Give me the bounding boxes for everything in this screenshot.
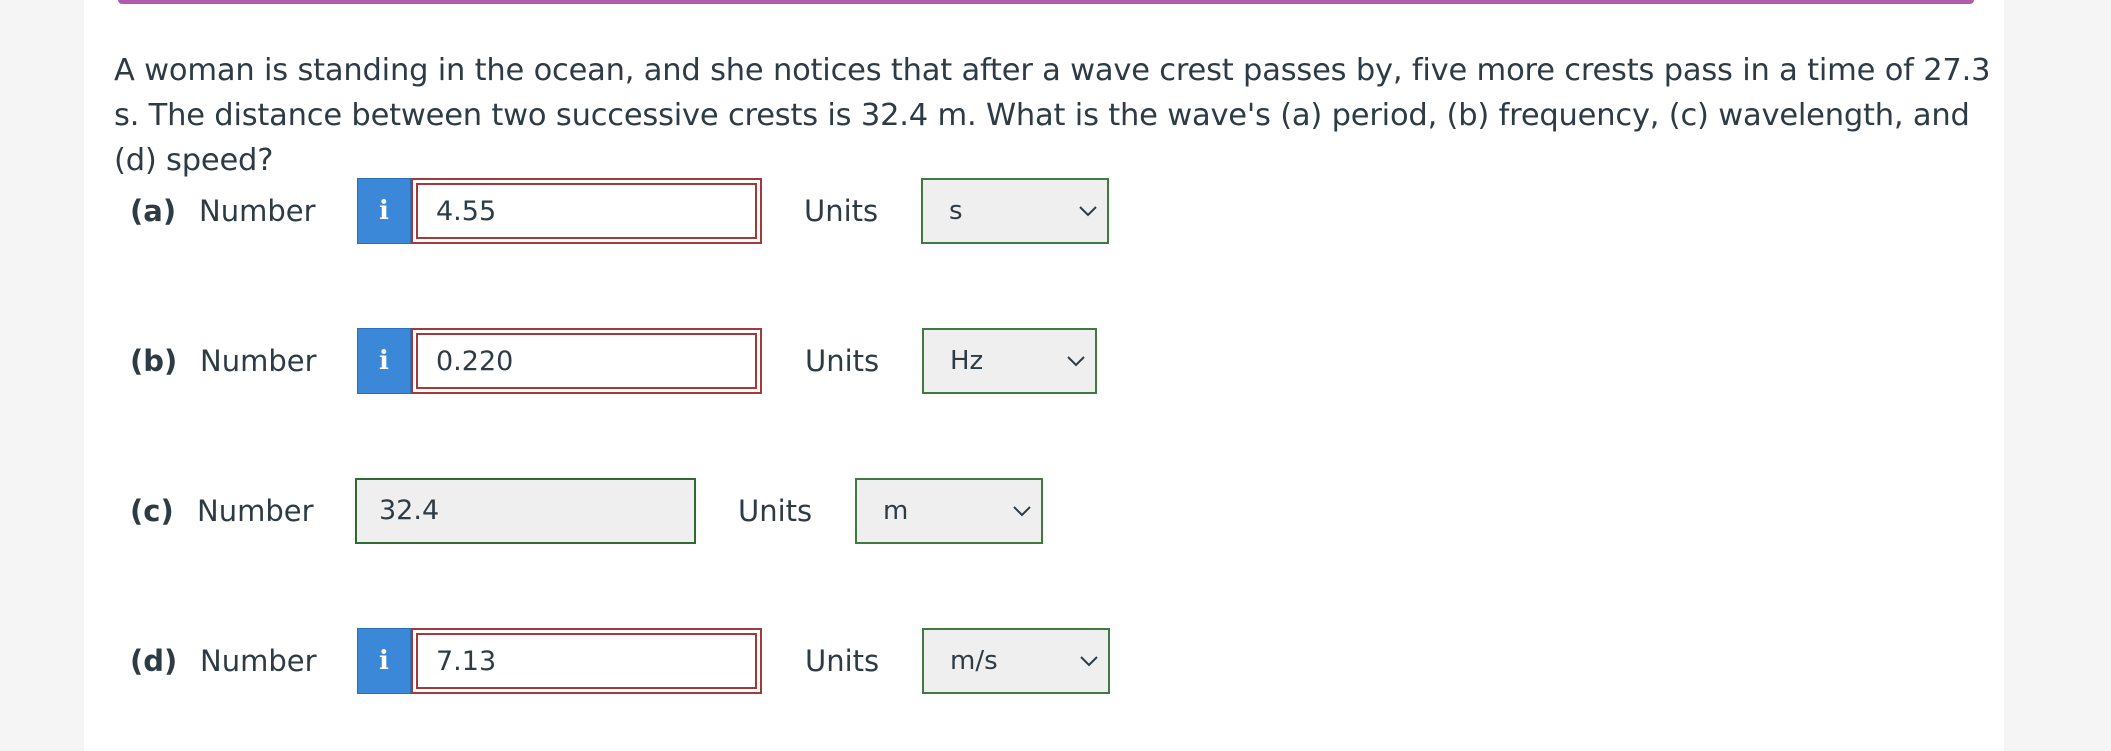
units-label: Units bbox=[804, 194, 879, 228]
units-select-d[interactable]: m/s bbox=[922, 628, 1110, 694]
units-select-a[interactable]: s bbox=[921, 178, 1109, 244]
units-select-value: s bbox=[949, 196, 963, 226]
answer-row-d: (d) Number i 7.13 Units m/s bbox=[0, 628, 2111, 694]
units-select-value: Hz bbox=[950, 346, 984, 376]
answer-row-a: (a) Number i 4.55 Units s bbox=[0, 178, 2111, 244]
units-select-value: m bbox=[883, 496, 909, 526]
number-label: Number bbox=[200, 344, 317, 378]
info-icon[interactable]: i bbox=[357, 178, 411, 244]
number-label: Number bbox=[197, 494, 314, 528]
top-accent-bar bbox=[118, 0, 1974, 4]
units-label: Units bbox=[738, 494, 813, 528]
answer-row-c: (c) Number 32.4 Units m bbox=[0, 478, 2111, 544]
number-input-value[interactable]: 0.220 bbox=[416, 333, 757, 389]
number-input-c[interactable]: 32.4 bbox=[355, 478, 696, 544]
number-label: Number bbox=[199, 194, 316, 228]
info-icon[interactable]: i bbox=[357, 328, 411, 394]
part-label: (d) bbox=[130, 644, 178, 678]
chevron-down-icon bbox=[1067, 356, 1085, 367]
question-text: A woman is standing in the ocean, and sh… bbox=[114, 53, 1991, 178]
units-label: Units bbox=[805, 344, 880, 378]
number-input-value[interactable]: 32.4 bbox=[357, 480, 694, 542]
number-input-value[interactable]: 7.13 bbox=[416, 633, 757, 689]
units-label: Units bbox=[805, 644, 880, 678]
chevron-down-icon bbox=[1079, 206, 1097, 217]
answer-row-b: (b) Number i 0.220 Units Hz bbox=[0, 328, 2111, 394]
number-input-b[interactable]: 0.220 bbox=[411, 328, 762, 394]
part-label: (b) bbox=[130, 344, 178, 378]
number-input-value[interactable]: 4.55 bbox=[416, 183, 757, 239]
units-select-c[interactable]: m bbox=[855, 478, 1043, 544]
chevron-down-icon bbox=[1080, 656, 1098, 667]
number-input-a[interactable]: 4.55 bbox=[411, 178, 762, 244]
number-label: Number bbox=[200, 644, 317, 678]
chevron-down-icon bbox=[1013, 506, 1031, 517]
units-select-value: m/s bbox=[950, 646, 998, 676]
info-icon[interactable]: i bbox=[357, 628, 411, 694]
units-select-b[interactable]: Hz bbox=[922, 328, 1097, 394]
part-label: (a) bbox=[130, 194, 177, 228]
part-label: (c) bbox=[130, 494, 174, 528]
number-input-d[interactable]: 7.13 bbox=[411, 628, 762, 694]
